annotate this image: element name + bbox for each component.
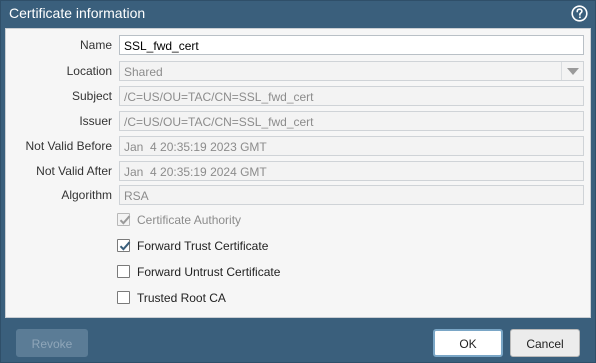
algorithm-row: Algorithm RSA xyxy=(6,185,592,205)
dialog-footer: Revoke OK Cancel xyxy=(1,319,595,363)
dialog-body: Name SSL_fwd_cert Location Shared Subjec… xyxy=(5,28,591,318)
trusted-root-ca-checkbox[interactable] xyxy=(117,291,130,304)
help-icon[interactable] xyxy=(571,5,588,22)
cancel-button[interactable]: Cancel xyxy=(510,329,580,357)
forward-untrust-label[interactable]: Forward Untrust Certificate xyxy=(137,265,280,279)
issuer-row: Issuer /C=US/OU=TAC/CN=SSL_fwd_cert xyxy=(6,111,592,131)
name-label: Name xyxy=(79,38,112,52)
dialog-title: Certificate information xyxy=(9,5,146,21)
certificate-info-dialog: Certificate information Name SSL_fwd_cer… xyxy=(0,0,596,363)
forward-trust-checkbox[interactable] xyxy=(117,239,131,252)
not-valid-before-row: Not Valid Before Jan 4 20:35:19 2023 GMT xyxy=(6,136,592,156)
issuer-field: /C=US/OU=TAC/CN=SSL_fwd_cert xyxy=(119,111,584,131)
not-valid-after-row: Not Valid After Jan 4 20:35:19 2024 GMT xyxy=(6,161,592,181)
name-input[interactable]: SSL_fwd_cert xyxy=(119,35,584,55)
subject-field: /C=US/OU=TAC/CN=SSL_fwd_cert xyxy=(119,86,584,106)
not-valid-before-label: Not Valid Before xyxy=(25,139,113,153)
location-value: Shared xyxy=(124,65,163,79)
trusted-root-ca-label[interactable]: Trusted Root CA xyxy=(137,291,226,305)
dialog-titlebar: Certificate information xyxy=(1,1,595,28)
forward-untrust-checkbox[interactable] xyxy=(117,265,130,278)
subject-label: Subject xyxy=(71,89,112,103)
location-select[interactable]: Shared xyxy=(119,61,584,81)
revoke-button[interactable]: Revoke xyxy=(16,329,88,357)
location-label: Location xyxy=(66,64,112,78)
algorithm-label: Algorithm xyxy=(61,188,112,202)
forward-trust-label[interactable]: Forward Trust Certificate xyxy=(137,239,268,253)
ok-button[interactable]: OK xyxy=(433,329,503,357)
chevron-down-icon[interactable] xyxy=(561,62,583,80)
not-valid-before-field: Jan 4 20:35:19 2023 GMT xyxy=(119,136,584,156)
check-icon xyxy=(119,215,131,225)
not-valid-after-field: Jan 4 20:35:19 2024 GMT xyxy=(119,161,584,181)
name-row: Name SSL_fwd_cert xyxy=(6,35,592,55)
certificate-authority-label: Certificate Authority xyxy=(137,213,242,227)
not-valid-after-label: Not Valid After xyxy=(36,164,112,178)
check-icon xyxy=(119,241,131,251)
issuer-label: Issuer xyxy=(79,114,112,128)
algorithm-field: RSA xyxy=(119,185,584,205)
certificate-authority-checkbox xyxy=(117,213,131,226)
location-row: Location Shared xyxy=(6,61,592,81)
subject-row: Subject /C=US/OU=TAC/CN=SSL_fwd_cert xyxy=(6,86,592,106)
